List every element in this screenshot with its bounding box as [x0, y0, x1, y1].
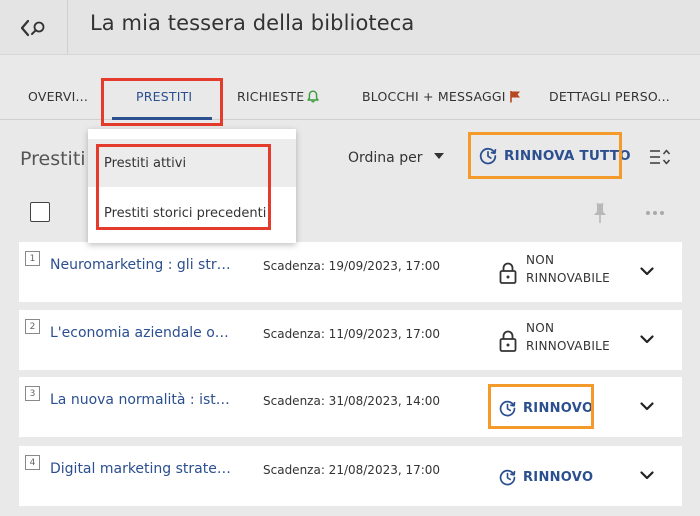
renew-button[interactable]: RINNOVO — [498, 468, 593, 487]
tab-personal-details[interactable]: DETTAGLI PERSO... — [549, 89, 670, 104]
renew-label: RINNOVO — [523, 470, 594, 485]
status-line-2: RINNOVABILE — [526, 339, 611, 353]
item-due-date: Scadenza: 19/09/2023, 17:00 — [263, 259, 441, 273]
highlight-renew-item — [488, 384, 594, 429]
sort-by-dropdown[interactable]: Ordina per — [348, 150, 422, 166]
loans-heading: Prestiti — [20, 148, 86, 170]
renew-clock-icon — [499, 469, 516, 486]
back-search-icon — [20, 19, 44, 36]
chevron-down-icon[interactable] — [640, 335, 654, 344]
item-number: 1 — [25, 251, 40, 266]
item-number: 3 — [25, 386, 40, 401]
chevron-down-icon[interactable] — [640, 471, 654, 480]
loan-item[interactable]: 1 Neuromarketing : gli str… Scadenza: 19… — [19, 242, 682, 302]
item-title-link[interactable]: Digital marketing strate… — [50, 461, 231, 477]
sort-options-icon[interactable] — [648, 147, 672, 167]
bell-icon — [307, 90, 320, 103]
flag-icon — [509, 91, 520, 103]
item-due-date: Scadenza: 11/09/2023, 17:00 — [263, 327, 441, 341]
caret-down-icon[interactable] — [434, 153, 444, 159]
more-options-icon[interactable] — [645, 210, 665, 216]
lock-icon — [499, 262, 517, 284]
item-title-link[interactable]: Neuromarketing : gli str… — [50, 257, 231, 273]
status-line-1: NON — [526, 321, 555, 335]
not-renewable-status: NON RINNOVABILE — [526, 251, 610, 287]
loan-item[interactable]: 2 L'economia aziendale o… Scadenza: 11/0… — [19, 310, 682, 370]
select-all-checkbox[interactable] — [30, 202, 50, 222]
tab-overview[interactable]: OVERVI... — [28, 89, 88, 104]
chevron-down-icon[interactable] — [640, 267, 654, 276]
item-number: 4 — [25, 455, 40, 470]
not-renewable-status: NON RINNOVABILE — [526, 319, 610, 355]
loan-item[interactable]: 4 Digital marketing strate… Scadenza: 21… — [19, 446, 682, 506]
item-title-link[interactable]: L'economia aziendale o… — [50, 325, 229, 341]
pin-icon[interactable] — [592, 202, 608, 224]
lock-icon — [499, 330, 517, 352]
tab-requests-label: RICHIESTE — [237, 89, 305, 104]
item-due-date: Scadenza: 31/08/2023, 14:00 — [263, 394, 441, 408]
tab-blocks-messages[interactable]: BLOCCHI + MESSAGGI — [362, 89, 521, 104]
item-title-link[interactable]: La nuova normalità : ist… — [50, 392, 230, 408]
highlight-dropdown-items — [96, 144, 271, 230]
item-number: 2 — [25, 319, 40, 334]
back-search-button[interactable] — [0, 0, 68, 55]
chevron-down-icon[interactable] — [640, 402, 654, 411]
highlight-loans-tab — [101, 78, 223, 126]
item-due-date: Scadenza: 21/08/2023, 17:00 — [263, 463, 441, 477]
status-line-1: NON — [526, 253, 555, 267]
page-title: La mia tessera della biblioteca — [90, 11, 415, 35]
tab-requests[interactable]: RICHIESTE — [237, 89, 320, 104]
status-line-2: RINNOVABILE — [526, 271, 611, 285]
tab-blocks-messages-label: BLOCCHI + MESSAGGI — [362, 89, 506, 104]
highlight-renew-all — [468, 132, 622, 179]
header: La mia tessera della biblioteca — [0, 0, 700, 55]
